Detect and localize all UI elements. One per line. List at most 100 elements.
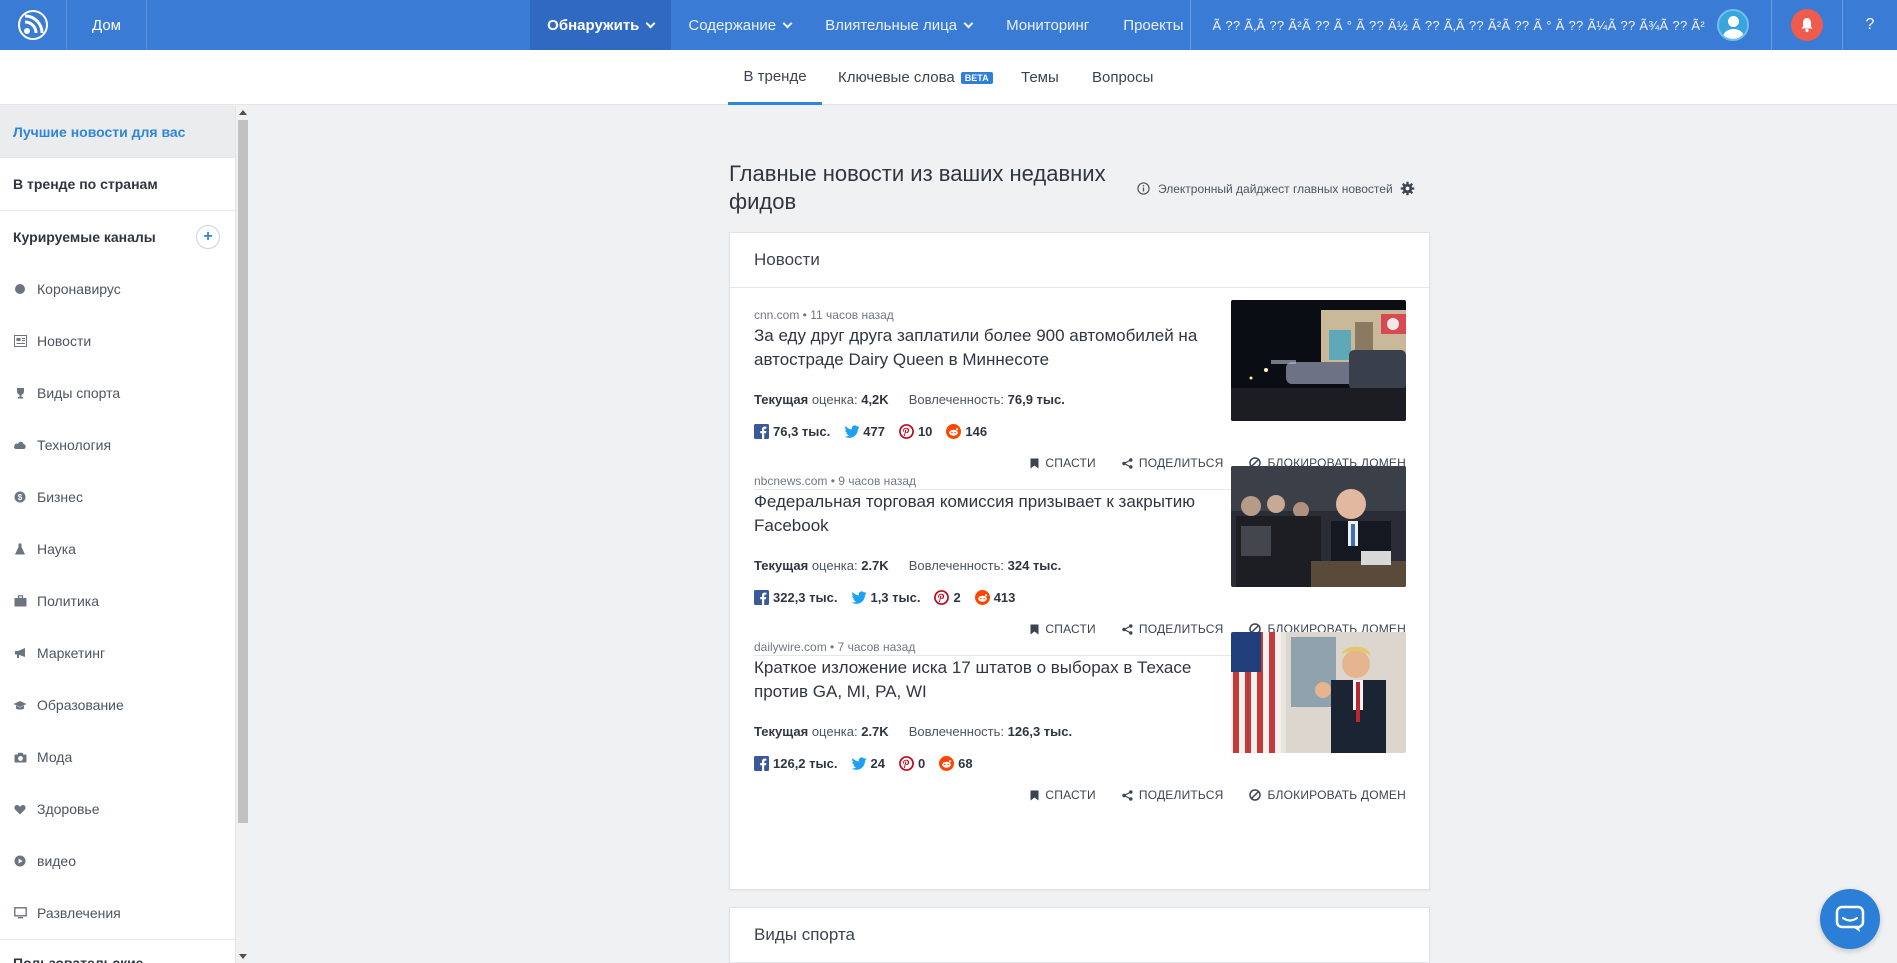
share-icon	[1122, 789, 1139, 801]
scroll-up-arrow-icon[interactable]	[239, 110, 247, 115]
social-counts: 322,3 тыс. 1,3 тыс. 2 413	[754, 590, 1029, 605]
trophy-icon	[13, 386, 27, 400]
sidebar-item-megaphone[interactable]: Маркетинг	[0, 627, 235, 679]
tab-topics[interactable]: Темы	[1021, 50, 1059, 105]
logo[interactable]	[0, 0, 67, 50]
sidebar-section-curated: Курируемые каналы +	[0, 211, 235, 263]
sidebar-item-flask[interactable]: Наука	[0, 523, 235, 575]
article-thumbnail[interactable]	[1231, 632, 1406, 753]
article-source[interactable]: dailywire.com • 7 часов назад	[754, 640, 915, 654]
article-thumbnail[interactable]	[1231, 466, 1406, 587]
save-button[interactable]: СПАСТИ	[1030, 622, 1096, 636]
gear-icon[interactable]	[1400, 181, 1415, 196]
article-actions: СПАСТИ ПОДЕЛИТЬСЯ БЛОКИРОВАТЬ ДОМЕН	[1004, 788, 1406, 802]
block-icon	[1249, 789, 1267, 801]
chat-icon	[1835, 905, 1865, 932]
sidebar-item-label: Образование	[37, 697, 124, 713]
sidebar-item-heart[interactable]: Здоровье	[0, 783, 235, 835]
pinterest-value: 10	[917, 424, 933, 439]
sidebar-scrollbar[interactable]	[236, 106, 250, 963]
article-title[interactable]: За еду друг друга заплатили более 900 ав…	[754, 324, 1224, 372]
sidebar-item-monitor[interactable]: Развлечения	[0, 887, 235, 939]
notifications-button[interactable]	[1771, 0, 1843, 50]
avatar[interactable]	[1717, 9, 1749, 41]
chevron-down-icon	[782, 18, 793, 28]
twitter-count: 24	[851, 756, 885, 771]
article-thumbnail[interactable]	[1231, 300, 1406, 421]
article-title[interactable]: Краткое изложение иска 17 штатов о выбор…	[754, 656, 1224, 704]
sidebar-item-label: Маркетинг	[37, 645, 106, 661]
nav-projects[interactable]: Проекты	[1106, 0, 1185, 50]
sidebar-item-graduation-cap[interactable]: Образование	[0, 679, 235, 731]
tab-questions[interactable]: Вопросы	[1092, 50, 1153, 105]
help-button[interactable]: ?	[1843, 0, 1897, 50]
reddit-value: 413	[993, 590, 1016, 605]
block-domain-label: БЛОКИРОВАТЬ ДОМЕН	[1267, 788, 1406, 802]
pinterest-value: 0	[917, 756, 926, 771]
save-button[interactable]: СПАСТИ	[1030, 788, 1096, 802]
flask-icon	[13, 542, 27, 556]
score-label-bold: Текущая	[754, 558, 809, 573]
reddit-icon	[974, 590, 994, 605]
share-button[interactable]: ПОДЕЛИТЬСЯ	[1122, 622, 1224, 636]
sidebar-item-camera[interactable]: Мода	[0, 731, 235, 783]
sidebar-section-custom[interactable]: Пользовательские	[0, 940, 235, 963]
facebook-count: 322,3 тыс.	[754, 590, 837, 605]
sidebar-item-dollar[interactable]: $ Бизнес	[0, 471, 235, 523]
dollar-icon: $	[13, 490, 27, 504]
article-source[interactable]: nbcnews.com • 9 часов назад	[754, 474, 916, 488]
engagement-label: Вовлеченность:	[908, 392, 1005, 407]
account-name[interactable]: Ã ?? Ã‚Ã ?? Ã²Ã ?? Ã ° Ã ?? Ã½ Ã ?? Ã‚Ã …	[1191, 18, 1714, 33]
sports-card: Виды спорта	[729, 907, 1430, 963]
block-domain-button[interactable]: БЛОКИРОВАТЬ ДОМЕН	[1249, 788, 1406, 802]
nav-influencers[interactable]: Влиятельные лица	[808, 0, 989, 50]
tab-keywords[interactable]: Ключевые слова BETA	[838, 50, 993, 105]
article-title[interactable]: Федеральная торговая комиссия призывает …	[754, 490, 1224, 538]
share-icon	[1122, 623, 1139, 635]
nav-content-label: Содержание	[688, 16, 777, 34]
share-button[interactable]: ПОДЕЛИТЬСЯ	[1122, 456, 1224, 470]
sidebar-item-newspaper[interactable]: Новости	[0, 315, 235, 367]
sidebar-item-cloud[interactable]: Технология	[0, 419, 235, 471]
sidebar-item-label: Политика	[37, 593, 99, 609]
pinterest-icon	[899, 424, 918, 439]
tab-trending[interactable]: В тренде	[728, 50, 822, 105]
engagement-label: Вовлеченность:	[908, 558, 1005, 573]
scrollbar-thumb[interactable]	[238, 120, 248, 823]
nav-discover[interactable]: Обнаружить	[530, 0, 672, 50]
nav-monitoring[interactable]: Мониторинг	[989, 0, 1106, 50]
sidebar-item-circle[interactable]: Коронавирус	[0, 263, 235, 315]
sidebar-item-play[interactable]: видео	[0, 835, 235, 887]
cloud-icon	[13, 438, 27, 452]
pinterest-value: 2	[953, 590, 961, 605]
news-card: Новости cnn.com • 11 часов назад За еду д…	[729, 232, 1430, 890]
sidebar-item-briefcase[interactable]: Политика	[0, 575, 235, 627]
reddit-icon	[946, 424, 965, 439]
sidebar-item-label: Здоровье	[37, 801, 100, 817]
reddit-count: 413	[974, 590, 1016, 605]
sidebar-item-trending-by-country[interactable]: В тренде по странам	[0, 158, 235, 210]
sidebar-item-label: Наука	[37, 541, 76, 557]
nav-content[interactable]: Содержание	[671, 0, 808, 50]
engagement-value: 126,3 тыс.	[1007, 724, 1073, 739]
article-source[interactable]: cnn.com • 11 часов назад	[754, 308, 894, 322]
reddit-count: 146	[946, 424, 987, 439]
save-label: СПАСТИ	[1045, 456, 1096, 470]
curated-channel-list: Коронавирус Новости Виды спорта Технология $…	[0, 263, 235, 939]
facebook-value: 322,3 тыс.	[773, 590, 838, 605]
scroll-down-arrow-icon[interactable]	[239, 954, 247, 959]
nav-influencers-label: Влиятельные лица	[825, 16, 958, 34]
twitter-icon	[851, 591, 870, 604]
facebook-icon	[754, 756, 773, 771]
reddit-value: 146	[965, 424, 988, 439]
add-curated-channel-button[interactable]: +	[196, 225, 220, 249]
chat-button[interactable]	[1820, 889, 1880, 949]
save-label: СПАСТИ	[1045, 622, 1096, 636]
twitter-value: 1,3 тыс.	[870, 590, 921, 605]
share-button[interactable]: ПОДЕЛИТЬСЯ	[1122, 788, 1224, 802]
nav-home[interactable]: Дом	[67, 0, 147, 50]
sidebar-item-trophy[interactable]: Виды спорта	[0, 367, 235, 419]
save-button[interactable]: СПАСТИ	[1030, 456, 1096, 470]
email-digest-link[interactable]: Электронный дайджест главных новостей	[1137, 181, 1415, 196]
sidebar-item-top-news[interactable]: Лучшие новости для вас	[0, 106, 235, 157]
